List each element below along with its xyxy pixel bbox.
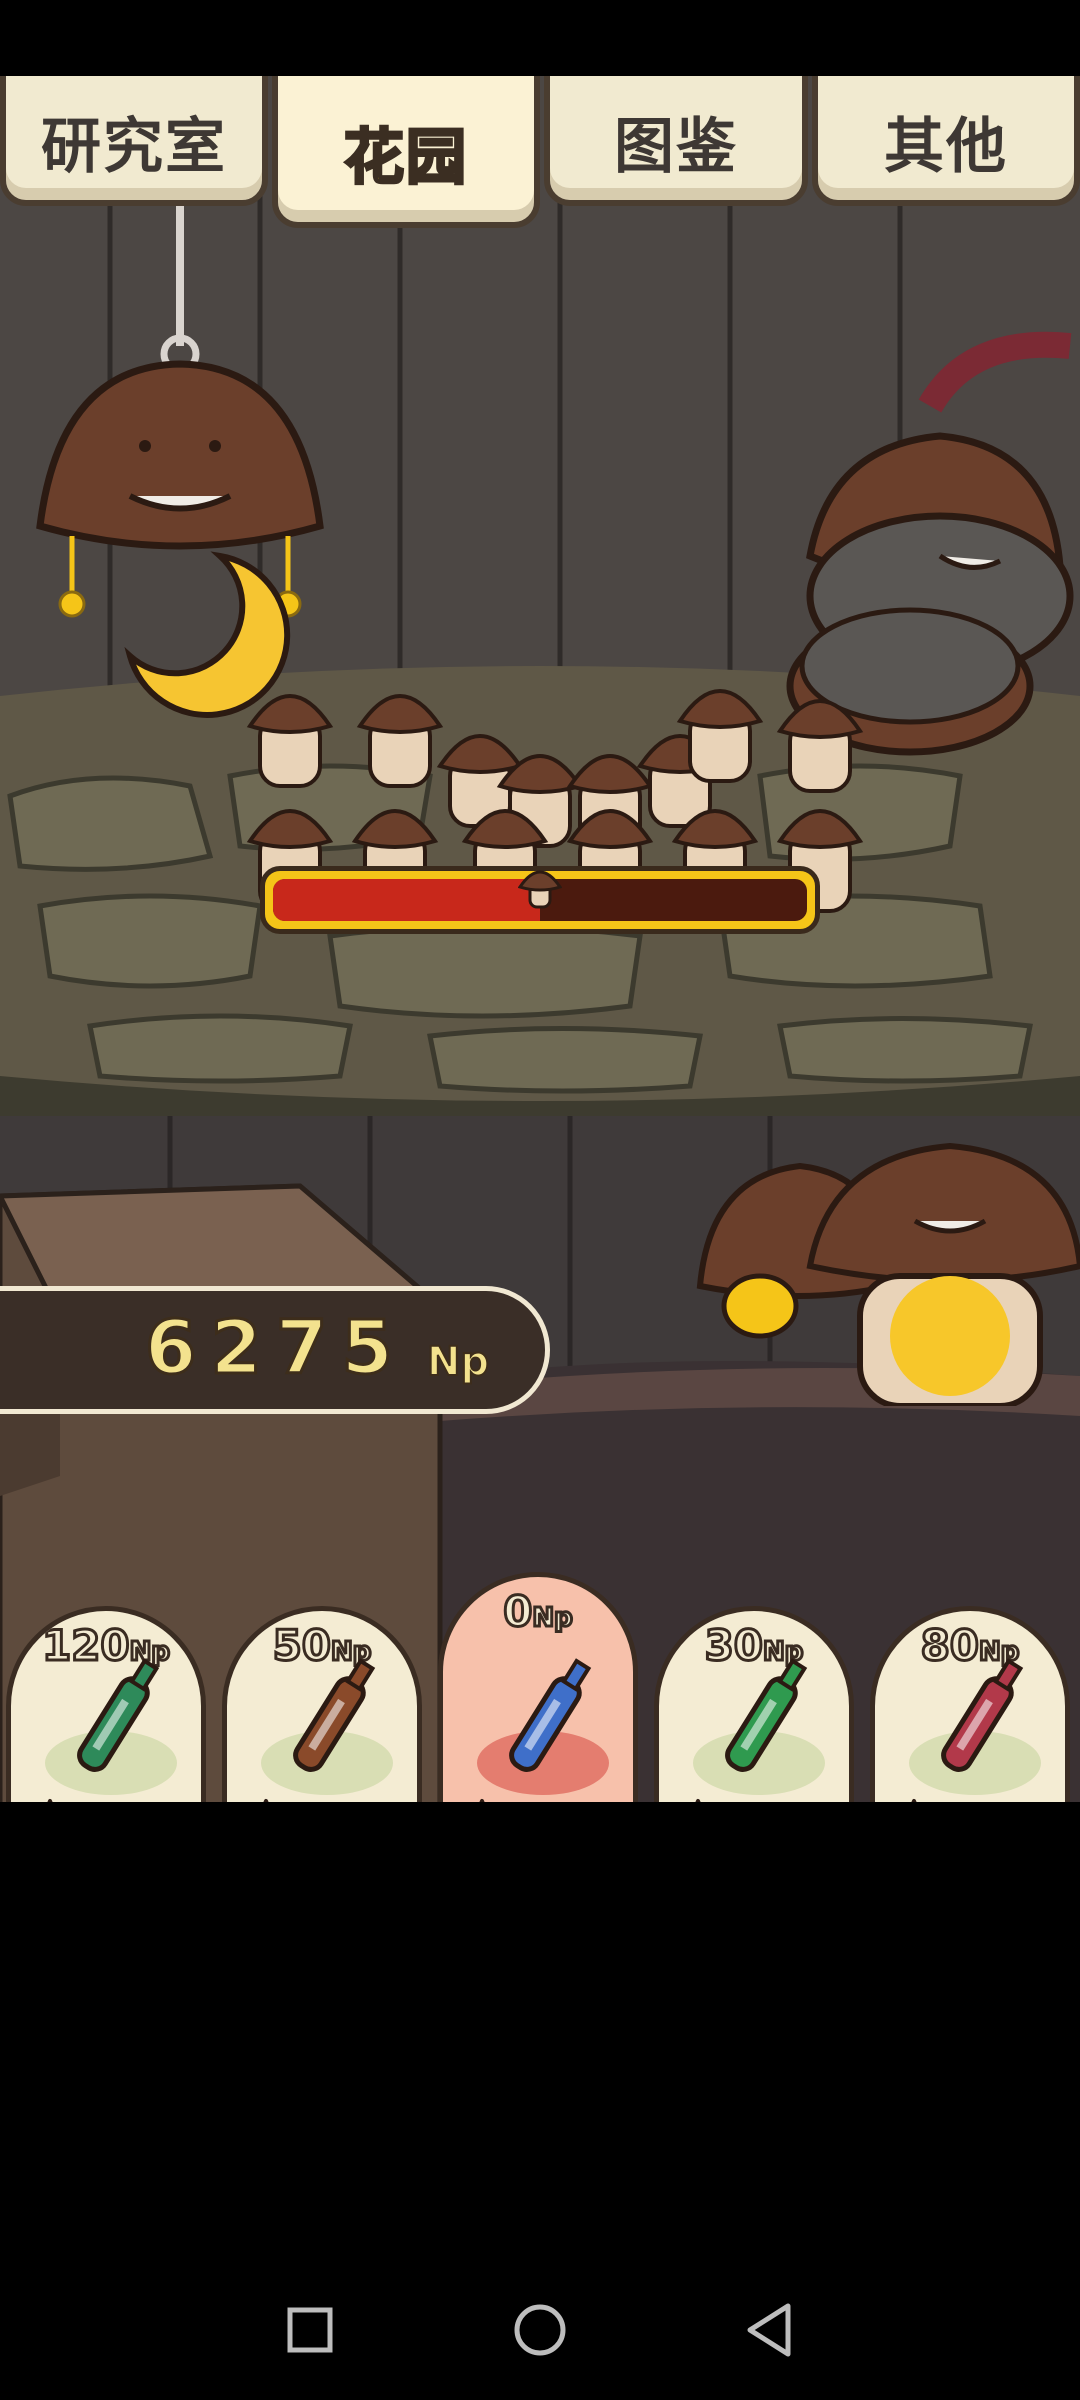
green-bottle-icon	[77, 1658, 160, 1772]
game-screen: 6275 Np 120Np515min50Np430min0Np31hr30Np…	[0, 0, 1080, 2400]
star-icon	[47, 1799, 53, 1802]
item-card[interactable]: 120Np515min	[6, 1606, 206, 1802]
mushroom-marker-icon	[518, 870, 562, 909]
home-button[interactable]	[500, 2290, 580, 2370]
np-value: 6275	[144, 1304, 407, 1393]
np-unit: Np	[426, 1338, 490, 1386]
item-card[interactable]: 0Np31hr	[438, 1572, 638, 1802]
tab-other[interactable]: 其他	[812, 76, 1080, 206]
mushroom-lamps[interactable]	[690, 1136, 1080, 1406]
np-counter: 6275 Np	[0, 1286, 550, 1414]
recents-button[interactable]	[270, 2290, 350, 2370]
back-button[interactable]	[730, 2290, 810, 2370]
tab-lab[interactable]: 研究室	[0, 76, 268, 206]
tab-garden[interactable]: 花园	[272, 76, 540, 228]
system-nav-bar	[0, 2260, 1080, 2400]
star-icon	[263, 1799, 269, 1802]
green-ampoule-icon	[725, 1658, 808, 1772]
item-card[interactable]: 50Np430min	[222, 1606, 422, 1802]
star-icon	[695, 1799, 701, 1802]
item-card[interactable]: 80Np18hr	[870, 1606, 1070, 1802]
star-icon	[911, 1799, 917, 1802]
progress-fill	[273, 879, 540, 921]
blue-ampoule-icon	[509, 1658, 592, 1772]
item-card[interactable]: 30Np24hr	[654, 1606, 854, 1802]
red-ampoule-icon	[941, 1658, 1024, 1772]
tab-encyclopedia[interactable]: 图鉴	[544, 76, 808, 206]
tab-bar: 研究室 花园 图鉴 其他	[0, 76, 1080, 228]
brown-bottle-icon	[293, 1658, 376, 1772]
star-icon	[479, 1799, 485, 1802]
game-area: 6275 Np 120Np515min50Np430min0Np31hr30Np…	[0, 76, 1080, 1802]
growth-progress-bar	[260, 866, 820, 934]
